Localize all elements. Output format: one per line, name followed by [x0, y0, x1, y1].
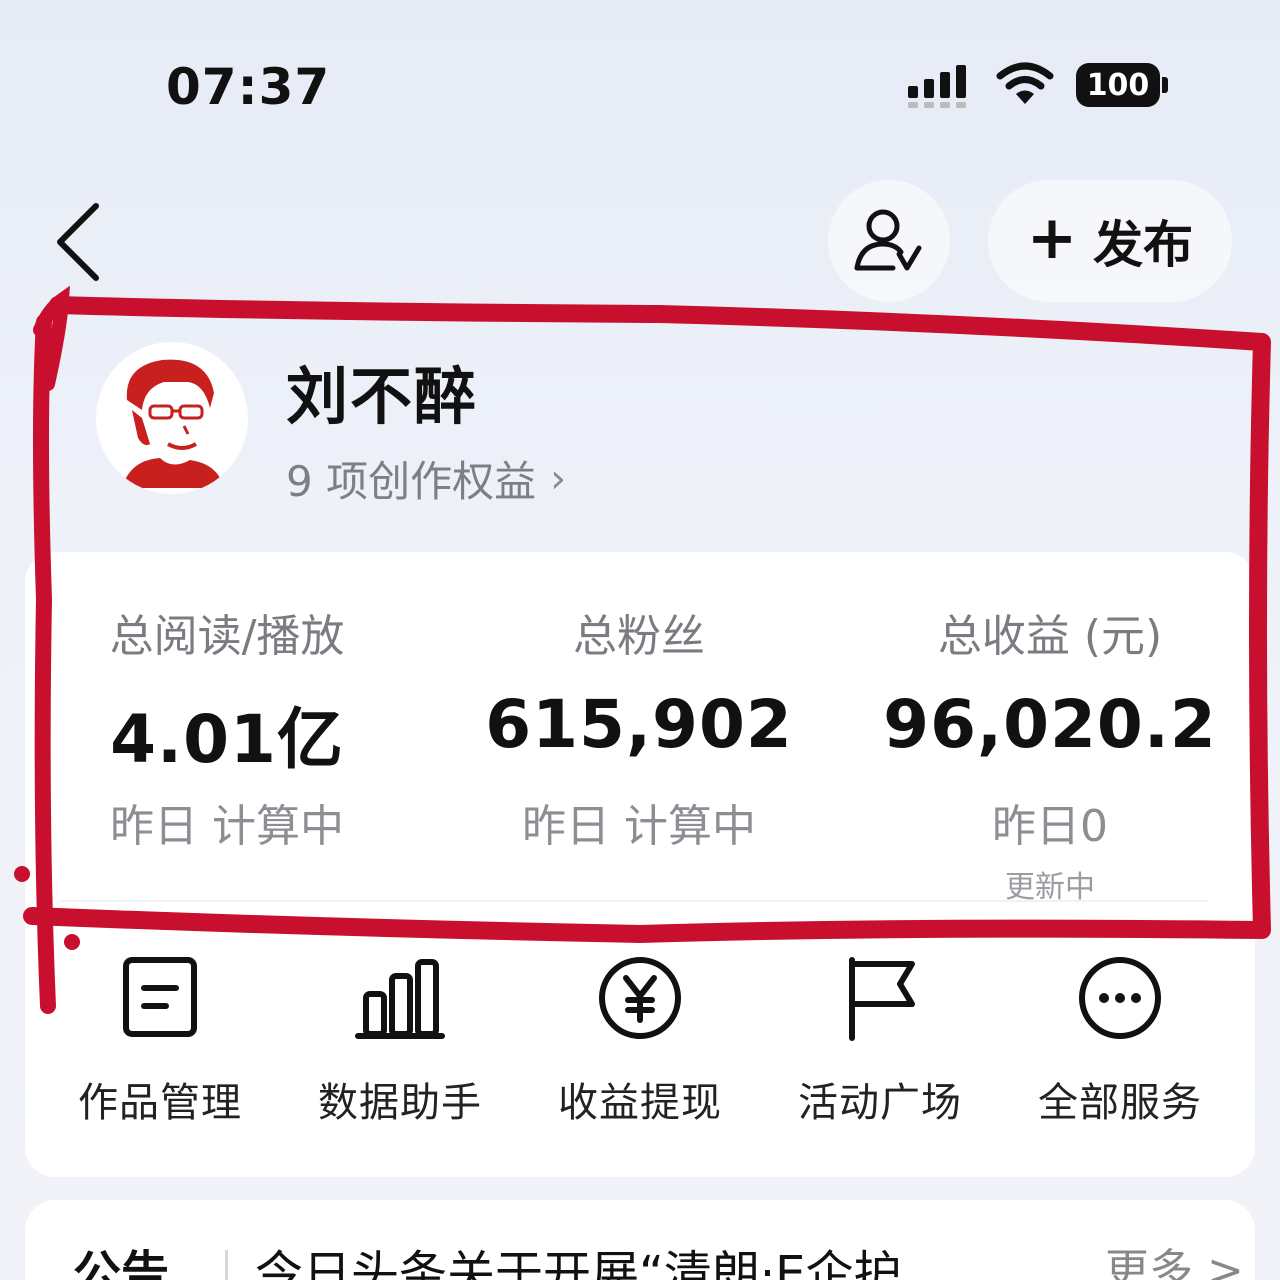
- document-icon: [123, 957, 197, 1037]
- tool-all-services[interactable]: 全部服务: [1000, 950, 1240, 1128]
- stat-value: 96,020.2: [883, 686, 1217, 763]
- user-name[interactable]: 刘不醉: [286, 346, 478, 436]
- chevron-left-icon: [57, 203, 99, 281]
- stat-label: 总粉丝: [573, 611, 705, 662]
- tool-data-assistant[interactable]: 数据助手: [280, 950, 520, 1128]
- avatar-portrait: [102, 348, 242, 488]
- tool-label: 全部服务: [1038, 1080, 1202, 1126]
- follow-manage-button[interactable]: [828, 180, 950, 302]
- stat-label: 总收益 (元): [937, 611, 1163, 662]
- flag-icon: [849, 957, 915, 1041]
- cellular-signal-icon: [908, 65, 966, 108]
- notice-text[interactable]: 今日头条关于开展“清朗·E企护…: [255, 1234, 1055, 1280]
- stat-value: 4.01亿: [110, 701, 344, 778]
- stat-yesterday: 昨日 计算中: [110, 801, 344, 852]
- battery-indicator: 100: [1076, 63, 1168, 107]
- bar-chart-icon: [355, 959, 445, 1039]
- back-button[interactable]: [50, 200, 110, 284]
- yuan-icon: [599, 957, 681, 1039]
- stat-total-fans[interactable]: 总粉丝 615,902 昨日 计算中: [434, 600, 844, 854]
- chevron-right-icon: ›: [550, 455, 567, 502]
- status-bar: 07:37 100: [0, 0, 1280, 150]
- avatar[interactable]: [96, 342, 248, 494]
- tool-label: 收益提现: [558, 1080, 722, 1126]
- stat-yesterday: 昨日0: [992, 801, 1108, 852]
- battery-level: 100: [1076, 63, 1160, 107]
- tool-content-management[interactable]: 作品管理: [40, 950, 280, 1128]
- publish-label: 发布: [1093, 216, 1194, 274]
- publish-button[interactable]: + 发布: [988, 180, 1232, 302]
- stat-total-earnings[interactable]: 总收益 (元) 96,020.2 昨日0 更新中: [845, 600, 1255, 906]
- tool-activity-square[interactable]: 活动广场: [760, 950, 1000, 1128]
- plus-icon: +: [1026, 203, 1078, 273]
- notice-more-link[interactable]: 更多 >: [1105, 1234, 1244, 1280]
- user-check-icon: [854, 209, 922, 271]
- notice-separator: [225, 1250, 228, 1280]
- tool-label: 作品管理: [78, 1080, 242, 1126]
- more-icon: [1079, 957, 1161, 1039]
- tool-label: 数据助手: [318, 1080, 482, 1126]
- status-time: 07:37: [166, 58, 331, 116]
- tool-earnings-withdrawal[interactable]: 收益提现: [520, 950, 760, 1128]
- creator-benefits-link[interactable]: 9 项创作权益 ›: [286, 448, 566, 509]
- notice-tag: 公告: [73, 1246, 170, 1280]
- tool-label: 活动广场: [798, 1080, 962, 1126]
- stat-label: 总阅读/播放: [109, 611, 345, 662]
- stat-total-reads[interactable]: 总阅读/播放 4.01亿 昨日 计算中: [22, 600, 432, 854]
- wifi-icon: [996, 62, 1054, 104]
- creator-benefits-label: 9 项创作权益: [286, 457, 537, 506]
- notice-card[interactable]: 公告 今日头条关于开展“清朗·E企护… 更多 >: [25, 1200, 1255, 1280]
- stat-value: 615,902: [485, 686, 793, 763]
- stats-divider: [60, 900, 1208, 902]
- battery-tip: [1162, 77, 1168, 93]
- stat-yesterday: 昨日 计算中: [522, 801, 756, 852]
